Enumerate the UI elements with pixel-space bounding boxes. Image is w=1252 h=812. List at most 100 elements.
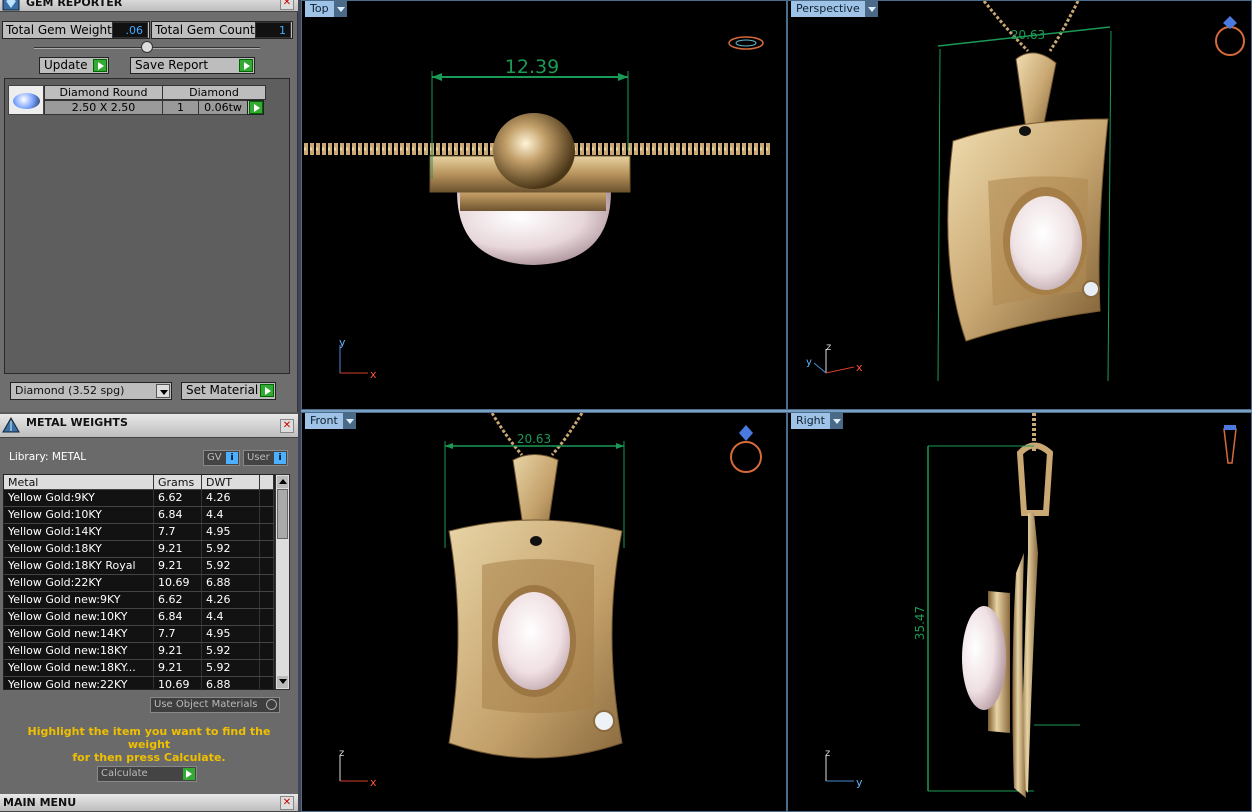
hint-text: Highlight the item you want to find the … [10,725,288,764]
top-dimension: 12.39 [505,56,559,78]
update-button[interactable]: Update [39,57,109,74]
info-icon: i [226,452,238,464]
set-material-button-label: Set Material [186,383,259,397]
dwt-cell: 5.92 [202,558,260,574]
play-icon [93,59,107,72]
gem-reporter-titlebar: GEM REPORTER ✕ [0,0,298,12]
close-icon[interactable]: ✕ [280,419,294,433]
axis-gizmo-perspective: z x y [806,342,863,374]
viewport-right[interactable]: Right 35.47 z y [787,412,1252,812]
material-select[interactable]: Diamond (3.52 spg) [10,382,172,400]
chevron-down-icon [333,1,347,17]
table-row[interactable]: Yellow Gold new:10KY 6.84 4.4 [4,609,274,626]
viewport-label-perspective[interactable]: Perspective [791,1,878,17]
ring-icon[interactable] [728,36,764,50]
table-row[interactable]: Yellow Gold new:18KY 9.21 5.92 [4,643,274,660]
gem-type: Diamond [162,85,266,100]
metal-cell: Yellow Gold:9KY [4,490,154,506]
dwt-cell: 4.26 [202,490,260,506]
main-menu-titlebar: MAIN MENU ✕ [0,794,298,812]
hint-line-1: Highlight the item you want to find the … [27,725,271,751]
viewport-right-title: Right [796,414,825,427]
dwt-cell: 5.92 [202,643,260,659]
viewport-label-top[interactable]: Top [305,1,347,17]
use-object-materials-toggle[interactable]: Use Object Materials [150,697,280,713]
grams-cell: 7.7 [154,626,202,642]
column-header-metal[interactable]: Metal [4,475,154,489]
dwt-cell: 4.95 [202,626,260,642]
radio-icon [266,699,277,710]
total-gem-count-field[interactable]: 1 [255,22,291,38]
table-row[interactable]: Yellow Gold new:18KY... 9.21 5.92 [4,660,274,677]
metal-weights-titlebar: METAL WEIGHTS ✕ [0,414,298,438]
axis-label-x: x [856,361,863,374]
ring-icon[interactable] [730,425,762,473]
scroll-thumb[interactable] [277,489,288,539]
pen-icon[interactable] [1223,425,1237,464]
table-row[interactable]: Yellow Gold new:22KY 10.69 6.88 [4,677,274,689]
dwt-cell: 5.92 [202,541,260,557]
table-row[interactable]: Yellow Gold:10KY 6.84 4.4 [4,507,274,524]
metal-cell: Yellow Gold:10KY [4,507,154,523]
main-menu-title[interactable]: MAIN MENU [3,796,76,809]
column-header-grams[interactable]: Grams [154,475,202,489]
set-material-button[interactable]: Set Material [181,382,276,400]
calculate-button-label: Calculate [101,768,148,779]
slider-knob[interactable] [141,41,153,53]
viewport-front[interactable]: Front 20.63 z x [301,412,787,812]
dwt-cell: 5.92 [202,660,260,676]
viewport-top[interactable]: Top 12.39 y x [301,0,787,410]
scrollbar[interactable] [275,474,290,690]
gem-reporter-icon [2,0,20,11]
grams-cell: 7.7 [154,524,202,540]
table-row[interactable]: Yellow Gold:18KY 9.21 5.92 [4,541,274,558]
axis-gizmo-front: z x [339,748,377,789]
table-row[interactable]: Yellow Gold:18KY Royal 9.21 5.92 [4,558,274,575]
calculate-button[interactable]: Calculate [97,766,197,782]
metal-cell: Yellow Gold:18KY Royal [4,558,154,574]
gem-cut: Diamond Round [44,85,163,100]
column-header-dwt[interactable]: DWT [202,475,260,489]
empty-cell [260,507,274,523]
play-icon [239,59,253,72]
empty-cell [260,592,274,608]
gem-size: 2.50 X 2.50 [44,100,163,115]
ring-icon[interactable] [1215,16,1245,56]
gv-toggle[interactable]: GV i [203,450,240,466]
total-gem-weight-field[interactable]: .06 [112,22,148,38]
play-icon [249,101,263,114]
grams-cell: 9.21 [154,558,202,574]
gem-reporter-title: GEM REPORTER [26,0,123,9]
table-row[interactable]: Yellow Gold new:9KY 6.62 4.26 [4,592,274,609]
table-row[interactable]: Yellow Gold:22KY 10.69 6.88 [4,575,274,592]
play-icon [260,384,274,397]
user-toggle[interactable]: User i [243,450,288,466]
save-report-button[interactable]: Save Report [130,57,255,74]
gem-list: Diamond Round Diamond 2.50 X 2.50 1 0.06… [4,78,290,374]
grams-cell: 6.84 [154,507,202,523]
close-icon[interactable]: ✕ [280,796,294,810]
axis-label-y: y [339,336,346,349]
close-icon[interactable]: ✕ [280,0,294,10]
grams-cell: 6.62 [154,490,202,506]
metal-cell: Yellow Gold:18KY [4,541,154,557]
viewport-label-front[interactable]: Front [305,413,356,429]
info-icon: i [274,452,286,464]
axis-label-z: z [826,342,831,353]
chevron-down-icon [829,413,843,429]
viewport-front-title: Front [310,414,338,427]
table-row[interactable]: Yellow Gold new:14KY 7.7 4.95 [4,626,274,643]
viewport-perspective[interactable]: Perspective 20.63 z x y [787,0,1252,410]
grams-cell: 6.62 [154,592,202,608]
table-row[interactable]: Yellow Gold:14KY 7.7 4.95 [4,524,274,541]
gv-toggle-label: GV [207,452,222,463]
viewport-label-right[interactable]: Right [791,413,843,429]
axis-gizmo-right: z y [825,748,863,789]
gem-go-button[interactable] [247,100,264,115]
hint-line-2: for then press Calculate. [72,751,226,764]
use-object-materials-label: Use Object Materials [154,699,258,710]
gem-thumbnail[interactable] [8,85,44,115]
scroll-up-icon[interactable] [277,476,288,488]
table-row[interactable]: Yellow Gold:9KY 6.62 4.26 [4,490,274,507]
scroll-down-icon[interactable] [277,676,288,688]
